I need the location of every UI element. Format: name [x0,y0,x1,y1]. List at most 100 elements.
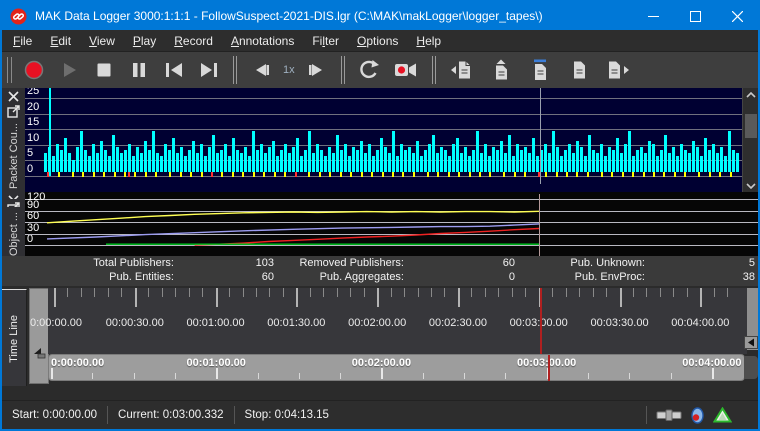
ruler-tick [108,288,109,297]
strip-tick [671,373,672,379]
packet-bar [392,131,395,172]
network-status-triangle-icon[interactable] [713,407,732,423]
ruler-time-label: 00:01:30.00 [267,317,325,329]
packet-bar [196,153,199,172]
packet-bar [516,144,519,172]
record-button[interactable] [21,56,47,84]
menu-help[interactable]: Help [407,31,450,51]
packet-bar [372,156,375,172]
menu-filter[interactable]: Filter [303,31,348,51]
menu-annotations[interactable]: Annotations [222,31,303,51]
packet-bar [224,144,227,172]
y-axis-label: 25 [27,88,39,97]
current-annotation-button[interactable] [525,56,555,84]
menu-edit[interactable]: Edit [41,31,80,51]
splitter-handle-icon[interactable] [33,347,46,359]
annotation-tick [730,172,732,177]
toolbar-grip[interactable] [7,57,12,83]
menu-play[interactable]: Play [124,31,165,51]
annotation-tick-red [211,172,213,177]
strip-time-label: 00:02:00.00 [352,357,411,369]
ruler-tick [391,288,392,297]
increase-speed-button[interactable] [304,56,330,84]
status-separator [646,406,647,424]
ruler-tick [471,288,472,297]
object-count-chart[interactable]: 0306090120 [25,192,758,256]
charts-region: Packet Cou... 0510152025 Object ... 0306… [2,88,758,286]
packet-bar [368,144,371,172]
scroll-down-icon[interactable] [743,179,759,192]
packet-bar [424,150,427,172]
close-panel-icon[interactable] [8,91,19,102]
play-button[interactable] [56,56,82,84]
packet-bar [336,135,339,172]
ruler-tick [243,288,244,297]
toolbar-separator [233,56,237,84]
status-current-time: Current: 0:03:00.332 [108,409,234,421]
packet-bar [480,153,483,172]
annotation-up-button[interactable] [486,56,516,84]
ruler-tick [593,288,594,297]
stat-label: Pub. Unknown: [565,257,645,271]
dis-exercise-icon[interactable] [691,407,704,424]
packet-bars [44,88,740,172]
skip-to-end-button[interactable] [196,56,222,84]
cursor-line[interactable] [539,194,540,256]
ruler-tick [216,288,218,307]
network-connection-icon[interactable] [656,408,682,422]
scroll-up-icon[interactable] [743,88,759,101]
cursor-line[interactable] [540,88,541,184]
menu-record[interactable]: Record [165,31,222,51]
timeline-ruler[interactable]: 0:00:00.0000:00:30.0000:01:00.0000:01:30… [48,288,747,354]
title-bar[interactable]: MAK Data Logger 3000:1:1:1 - FollowSuspe… [2,2,758,30]
timeline-left-gutter[interactable] [29,288,49,384]
ruler-time-label: 00:02:00.00 [348,317,406,329]
ruler-tick [606,288,607,297]
decrease-speed-button[interactable] [248,56,274,84]
annotation-tick [103,172,105,177]
close-button[interactable] [716,2,758,30]
menu-view[interactable]: View [80,31,124,51]
ruler-tick [700,288,702,307]
packet-bar [404,150,407,172]
menu-options[interactable]: Options [348,31,407,51]
skip-to-start-button[interactable] [161,56,187,84]
record-video-button[interactable] [391,56,421,84]
stat-value: 60 [174,271,274,285]
menu-file[interactable]: File [4,31,41,51]
loop-playback-button[interactable] [356,56,382,84]
packet-bar [316,144,319,172]
popout-panel-icon[interactable] [7,105,20,118]
timeline-cursor[interactable] [540,288,542,354]
packet-bar [132,156,135,172]
stop-button[interactable] [91,56,117,84]
stat-value: 103 [174,257,274,271]
previous-annotation-button[interactable] [447,56,477,84]
pause-button[interactable] [126,56,152,84]
packet-bar [416,141,419,172]
packet-count-chart[interactable]: 0510152025 [25,88,742,192]
maximize-button[interactable] [674,2,716,30]
strip-cursor[interactable] [548,355,550,381]
packet-bar [284,144,287,172]
scrollbar-thumb[interactable] [745,114,757,138]
collapse-timeline-button[interactable] [744,336,758,349]
minimize-button[interactable] [632,2,674,30]
annotation-list-button[interactable] [564,56,594,84]
annotation-tick [632,172,634,177]
annotation-tick [448,172,450,177]
packet-chart-scrollbar[interactable] [742,88,758,192]
close-panel-icon[interactable] [8,195,19,199]
next-annotation-button[interactable] [603,56,633,84]
packet-bar [688,153,691,172]
tab-timeline[interactable]: Time Line [2,289,27,386]
packet-bar [604,156,607,172]
ruler-tick [337,288,338,297]
annotation-tick [719,172,721,177]
ruler-tick [229,288,230,297]
ruler-time-label: 00:03:30.00 [590,317,648,329]
packet-bar [140,153,143,172]
popout-panel-icon[interactable] [7,202,20,207]
timeline-overview-strip[interactable]: 0:00:00.0000:01:00.0000:02:00.0000:03:00… [48,354,745,381]
packet-bar [580,147,583,172]
